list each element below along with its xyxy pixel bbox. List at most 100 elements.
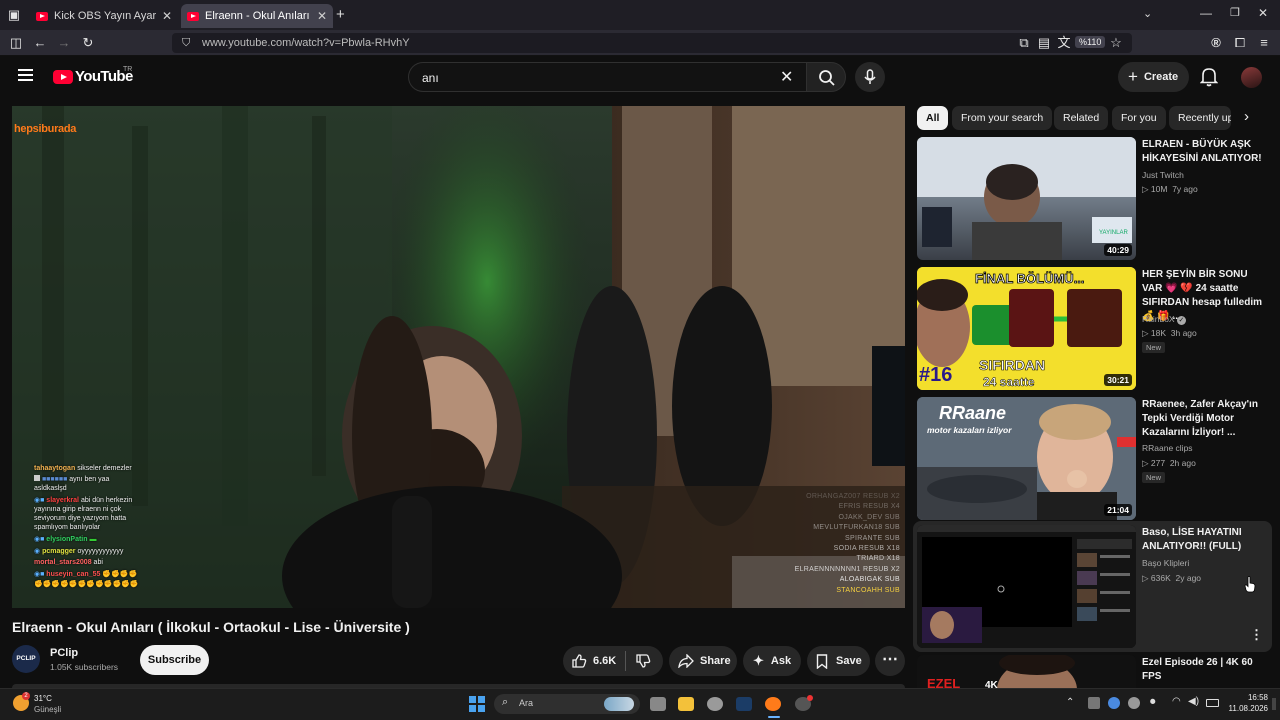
bookmark-star-icon[interactable]: ☆ (1108, 35, 1124, 51)
user-avatar[interactable] (1241, 67, 1262, 88)
zoom-level-badge[interactable]: %110 (1075, 36, 1106, 48)
close-tab-icon[interactable]: ✕ (317, 9, 327, 23)
browser-toolbar: ◫ ← → ↻ ⛉ www.youtube.com/watch?v=Pbwla-… (0, 30, 1280, 56)
menu-icon[interactable]: ≡ (1256, 35, 1272, 51)
wifi-icon[interactable]: ◠ (1172, 696, 1181, 707)
firefox-icon[interactable] (765, 697, 781, 711)
share-button[interactable]: Share (669, 646, 737, 676)
windows-start-icon[interactable] (469, 696, 485, 712)
clock-time[interactable]: 16:58 (1228, 693, 1268, 702)
rec-thumbnail[interactable]: YAYINLAR 40:29 (917, 137, 1136, 260)
search-button[interactable] (806, 62, 846, 92)
notifications-bell-icon[interactable] (1200, 67, 1218, 87)
rec-title[interactable]: Ezel Episode 26 | 4K 60 FPS (1142, 656, 1270, 684)
rec-title[interactable]: RRaenee, Zafer Akçay'ın Tepki Verdiği Mo… (1142, 398, 1270, 440)
subscriber-count: 1.05K subscribers (50, 662, 119, 672)
chip-recently-uploaded[interactable]: Recently uploaded (1169, 106, 1231, 130)
back-arrow-icon[interactable]: ← (32, 35, 48, 51)
voice-search-button[interactable] (855, 62, 885, 92)
chat-line: mortal_stars2008 abi (34, 559, 103, 566)
channel-name[interactable]: PClip (50, 647, 78, 659)
save-button[interactable]: Save (807, 646, 870, 676)
clear-search-icon[interactable]: ✕ (780, 67, 793, 87)
chip-all[interactable]: All (917, 106, 949, 130)
sparkle-icon: ✦ (753, 653, 764, 668)
settings-gear-icon[interactable] (707, 697, 723, 711)
tray-app-icon[interactable] (1128, 697, 1140, 709)
thumbs-up-icon[interactable] (571, 653, 587, 669)
rec-channel[interactable]: Just Twitch (1142, 170, 1184, 180)
chat-line: ■■■■■■ aynı ben yaa (34, 475, 109, 484)
rec-channel[interactable]: Başo Klipleri (1142, 558, 1189, 568)
save-label: Save (836, 655, 862, 667)
like-count[interactable]: 6.6K (593, 655, 616, 667)
weather-condition[interactable]: Güneşli (34, 705, 61, 714)
forward-arrow-icon[interactable]: → (56, 35, 72, 51)
svg-text:4K: 4K (985, 680, 999, 688)
tray-app-icon[interactable] (1088, 697, 1100, 709)
volume-icon[interactable]: ◀) (1188, 696, 1199, 707)
search-highlight-image (604, 697, 634, 711)
rec-thumbnail[interactable]: FİNAL BÖLÜMÜ... #16 SIFIRDAN 24 saatte 3… (917, 267, 1136, 390)
ask-button[interactable]: ✦ Ask (743, 646, 801, 676)
tray-overflow-chevron-icon[interactable]: ⌃ (1066, 697, 1074, 708)
rec-title[interactable]: Baso, LİSE HAYATINI ANLATIYOR!! (FULL) (1142, 526, 1270, 554)
clock-date[interactable]: 11.08.2026 (1218, 704, 1268, 713)
account-icon[interactable]: ® (1208, 35, 1224, 51)
thumbs-down-icon[interactable] (635, 653, 651, 669)
tab-label: Kick OBS Yayın Ayarları Nasıl Yapılır (54, 10, 156, 22)
reload-icon[interactable]: ↻ (80, 35, 96, 51)
create-button[interactable]: + Create (1118, 62, 1189, 92)
microphone-tray-icon[interactable]: ⏺ (1150, 696, 1156, 709)
rec-thumbnail[interactable]: RRaane motor kazaları izliyor 21:04 (917, 397, 1136, 520)
subscribe-button[interactable]: Subscribe (140, 645, 209, 675)
rec-title[interactable]: ELRAEN - BÜYÜK AŞK HİKAYESİNİ ANLATIYOR! (1142, 138, 1270, 166)
picture-in-picture-icon[interactable]: ⧉ (1016, 35, 1032, 51)
chip-related[interactable]: Related (1054, 106, 1109, 130)
weather-temperature[interactable]: 31°C (34, 694, 52, 703)
search-input[interactable]: anı ✕ (408, 62, 806, 92)
steam-icon[interactable] (736, 697, 752, 711)
youtube-logo-icon[interactable] (53, 70, 73, 84)
url-bar[interactable]: ⛉ www.youtube.com/watch?v=Pbwla-RHvhY (172, 33, 1132, 53)
thumbnail-image (917, 525, 1136, 648)
chip-from-your-search[interactable]: From your search (952, 106, 1053, 130)
youtube-favicon-icon (36, 11, 48, 21)
close-window-icon[interactable]: ✕ (1258, 6, 1268, 20)
tab-overview-icon[interactable]: ▣ (6, 7, 22, 23)
list-tabs-icon[interactable]: ⌄ (1143, 7, 1152, 20)
sidebar-toggle-icon[interactable]: ◫ (8, 35, 24, 51)
channel-avatar[interactable]: PCLIP (12, 645, 40, 673)
chevron-right-icon[interactable]: › (1244, 108, 1249, 125)
hamburger-menu-icon[interactable] (18, 69, 33, 81)
tray-app-icon[interactable] (1108, 697, 1120, 709)
taskbar-search-label: Ara (519, 698, 534, 708)
new-badge: New (1142, 472, 1166, 483)
browser-tab-inactive[interactable]: Kick OBS Yayın Ayarları Nasıl Yapılır ✕ (30, 4, 178, 28)
extensions-icon[interactable]: ⧠ (1232, 35, 1248, 51)
video-frame (12, 106, 905, 608)
browser-tab-active[interactable]: Elraenn - Okul Anıları ( İlkokul - Ortao… (181, 4, 333, 28)
video-player[interactable]: hepsiburada tahaaytogan sikseler demezle… (12, 106, 905, 608)
taskbar-search-box[interactable]: ⌕ Ara (494, 694, 640, 714)
file-explorer-icon[interactable] (678, 697, 694, 711)
task-view-icon[interactable] (650, 697, 666, 711)
more-options-vertical-icon[interactable]: ⋮ (1250, 627, 1263, 643)
more-actions-button[interactable]: ⋯ (875, 646, 905, 676)
close-tab-icon[interactable]: ✕ (162, 9, 172, 23)
minimize-window-icon[interactable]: — (1200, 6, 1212, 20)
thumb-banner-text: FİNAL BÖLÜMÜ... (975, 271, 1085, 286)
restore-window-icon[interactable]: ❐ (1230, 6, 1240, 19)
rec-thumbnail[interactable]: EZEL 4K (917, 655, 1136, 688)
new-tab-button[interactable]: + (336, 6, 345, 23)
search-query: anı (422, 71, 439, 85)
rec-channel[interactable]: RainLoX ✓ (1142, 314, 1186, 325)
reader-view-icon[interactable]: ▤ (1036, 35, 1052, 51)
chat-line: ◉■ slayerkral abi dün herkezin (34, 497, 133, 504)
rec-thumbnail[interactable] (917, 525, 1136, 648)
chip-for-you[interactable]: For you (1112, 106, 1166, 130)
translate-icon[interactable]: 文 (1056, 35, 1072, 51)
rec-channel[interactable]: RRaane clips (1142, 443, 1193, 453)
site-info-icon[interactable]: ⛉ (182, 33, 190, 53)
show-desktop-button[interactable] (1272, 698, 1276, 710)
